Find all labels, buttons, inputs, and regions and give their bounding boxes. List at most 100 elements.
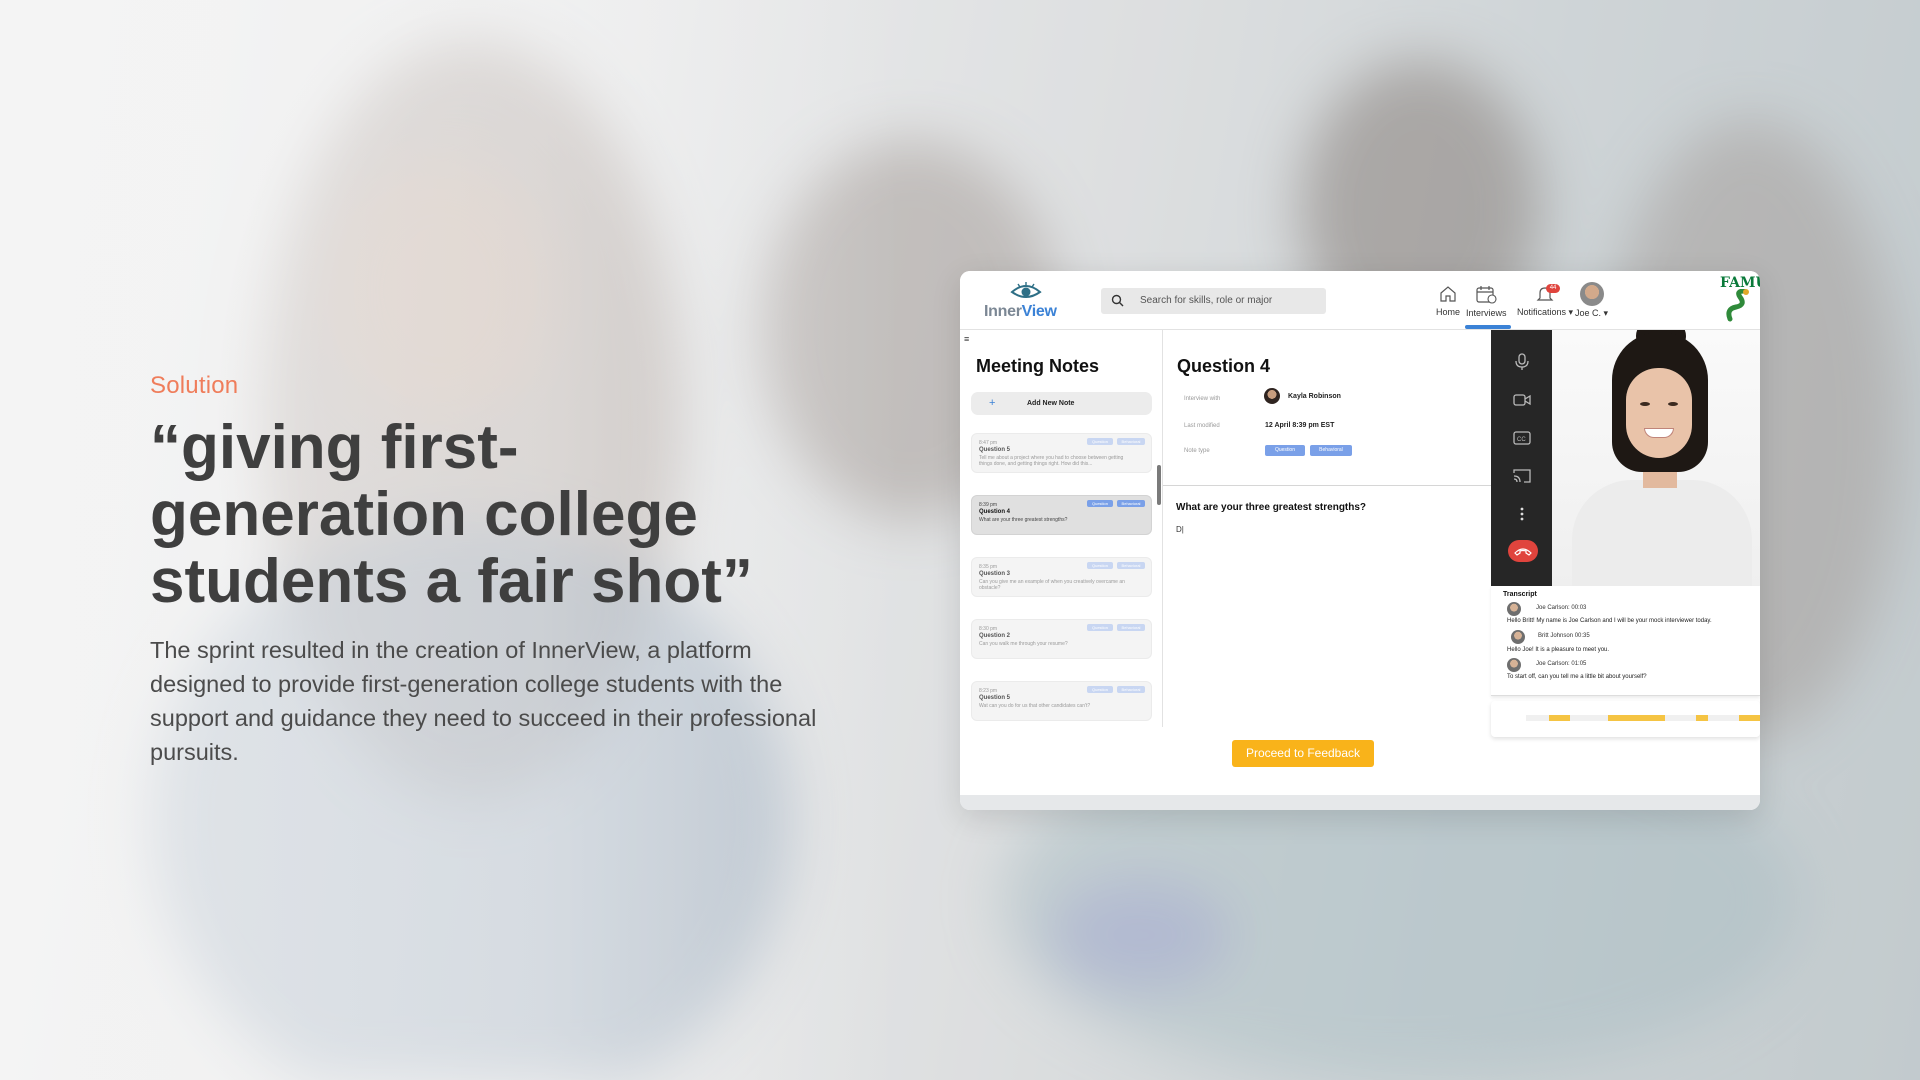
note-tag: Behavioral xyxy=(1117,686,1145,693)
add-note-button[interactable]: + Add New Note xyxy=(971,392,1152,415)
note-tag: Behavioral xyxy=(1117,562,1145,569)
answer-textarea[interactable]: D| xyxy=(1176,525,1184,534)
note-type-tag[interactable]: Behavioral xyxy=(1310,445,1352,456)
note-card[interactable]: 8:35 pm Question Behavioral Question 3 C… xyxy=(971,557,1152,597)
last-modified-value: 12 April 8:39 pm EST xyxy=(1265,422,1335,429)
video-camera-icon[interactable] xyxy=(1512,390,1532,410)
search-input[interactable]: Search for skills, role or major xyxy=(1101,288,1326,314)
video-feed xyxy=(1552,330,1760,586)
add-note-label: Add New Note xyxy=(1027,400,1075,407)
headline-quote: “giving first-generation college student… xyxy=(150,413,753,616)
note-title: Question 5 xyxy=(979,695,1011,701)
menu-icon[interactable]: ≡ xyxy=(964,334,969,344)
innerview-app-window: InnerView Search for skills, role or maj… xyxy=(960,271,1760,810)
transcript-panel: Transcript Joe Carlson: 00:03 Hello Brit… xyxy=(1491,586,1760,696)
nav-notifications[interactable]: 44 Notifications ▾ xyxy=(1517,284,1574,318)
note-type-tag[interactable]: Question xyxy=(1265,445,1305,456)
notification-badge: 44 xyxy=(1546,284,1561,293)
plus-icon: + xyxy=(989,397,996,409)
microphone-icon[interactable] xyxy=(1512,352,1532,372)
note-time: 8:35 pm xyxy=(979,564,998,570)
search-placeholder: Search for skills, role or major xyxy=(1140,295,1273,306)
meeting-notes-title: Meeting Notes xyxy=(976,356,1100,376)
question-prompt: What are your three greatest strengths? xyxy=(1176,502,1367,513)
note-tag: Question xyxy=(1087,624,1113,631)
note-title: Question 4 xyxy=(979,509,1011,515)
nav-notifications-label: Notifications ▾ xyxy=(1517,307,1574,317)
question-title: Question 4 xyxy=(1177,356,1271,376)
note-tag: Behavioral xyxy=(1117,500,1145,507)
partner-logo: FAMU xyxy=(1720,275,1760,327)
eye-logo-icon xyxy=(1010,282,1042,298)
logo-wordmark: InnerView xyxy=(984,303,1057,320)
user-avatar xyxy=(1579,282,1604,306)
section-eyebrow: Solution xyxy=(150,372,239,399)
note-time: 8:23 pm xyxy=(979,688,998,694)
interviewee-avatar xyxy=(1264,388,1280,404)
transcript-speaker: Britt Johnson 00:35 xyxy=(1538,633,1590,639)
note-desc: Tell me about a project where you had to… xyxy=(979,455,1124,467)
nav-home-label: Home xyxy=(1436,307,1461,317)
note-desc: What are your three greatest strengths? xyxy=(979,517,1068,523)
note-tag: Behavioral xyxy=(1117,438,1145,445)
call-timeline[interactable] xyxy=(1491,701,1760,737)
home-icon xyxy=(1440,286,1456,302)
closed-captions-icon[interactable]: CC xyxy=(1512,428,1532,448)
avatar xyxy=(1507,658,1521,672)
note-tag: Behavioral xyxy=(1117,624,1145,631)
note-title: Question 3 xyxy=(979,571,1011,577)
nav-interviews[interactable]: Interviews xyxy=(1466,285,1507,318)
transcript-speaker: Joe Carlson: 00:03 xyxy=(1536,605,1587,611)
note-time: 8:47 pm xyxy=(979,440,998,446)
note-type-label: Note type xyxy=(1184,448,1210,454)
nav-home[interactable]: Home xyxy=(1436,285,1460,317)
notes-scrollbar[interactable] xyxy=(1157,465,1161,505)
hang-up-icon xyxy=(1514,548,1532,556)
note-time: 8:30 pm xyxy=(979,626,998,632)
cast-screen-icon[interactable] xyxy=(1512,466,1532,486)
note-tag: Question xyxy=(1087,438,1113,445)
note-tag: Question xyxy=(1087,686,1113,693)
note-title: Question 5 xyxy=(979,447,1011,453)
note-desc: Wat can you do for us that other candida… xyxy=(979,703,1091,709)
more-options-icon[interactable] xyxy=(1512,504,1532,524)
svg-text:CC: CC xyxy=(1517,437,1526,443)
avatar xyxy=(1507,602,1521,616)
user-name: Joe C. ▾ xyxy=(1575,308,1609,318)
timeline-track xyxy=(1526,715,1760,721)
interviewee-name: Kayla Robinson xyxy=(1288,393,1341,400)
note-tag: Question xyxy=(1087,562,1113,569)
note-tag: Question xyxy=(1087,500,1113,507)
nav-interviews-label: Interviews xyxy=(1466,308,1507,318)
top-navigation-bar: InnerView Search for skills, role or maj… xyxy=(960,271,1760,330)
avatar xyxy=(1511,630,1525,644)
note-card[interactable]: 8:47 pm Question Behavioral Question 5 T… xyxy=(971,433,1152,473)
rattler-mascot-icon xyxy=(1726,289,1749,322)
note-card[interactable]: 8:23 pm Question Behavioral Question 5 W… xyxy=(971,681,1152,721)
hero-description: The sprint resulted in the creation of I… xyxy=(150,637,817,765)
note-card[interactable]: 8:30 pm Question Behavioral Question 2 C… xyxy=(971,619,1152,659)
end-call-button[interactable] xyxy=(1508,540,1538,562)
meeting-notes-panel: ≡ Meeting Notes + Add New Note 8:47 pm Q… xyxy=(960,330,1163,727)
call-controls: CC xyxy=(1491,330,1552,586)
divider xyxy=(1163,485,1491,486)
note-time: 8:39 pm xyxy=(979,502,998,508)
note-title: Question 2 xyxy=(979,633,1011,639)
note-card-active[interactable]: 8:39 pm Question Behavioral Question 4 W… xyxy=(971,495,1152,535)
question-detail-panel: Question 4 Interview with Kayla Robinson… xyxy=(1163,330,1491,727)
window-bottom-bar xyxy=(960,795,1760,810)
interview-with-label: Interview with xyxy=(1184,396,1221,402)
transcript-message: Hello Britt! My name is Joe Carlson and … xyxy=(1507,618,1712,624)
user-menu[interactable]: Joe C. ▾ xyxy=(1575,282,1608,319)
transcript-title: Transcript xyxy=(1503,591,1537,598)
note-desc: Can you give me an example of when you c… xyxy=(979,579,1125,591)
innerview-logo[interactable]: InnerView xyxy=(980,281,1070,321)
transcript-message: To start off, can you tell me a little b… xyxy=(1507,674,1647,680)
transcript-speaker: Joe Carlson: 01:05 xyxy=(1536,661,1587,667)
transcript-message: Hello Joe! It is a pleasure to meet you. xyxy=(1507,647,1610,653)
nav-active-indicator xyxy=(1465,325,1511,329)
search-icon xyxy=(1111,294,1124,307)
last-modified-label: Last modified xyxy=(1184,423,1220,429)
hero-section: Solution “giving first-generation colleg… xyxy=(150,372,850,769)
proceed-to-feedback-button[interactable]: Proceed to Feedback xyxy=(1232,740,1374,767)
